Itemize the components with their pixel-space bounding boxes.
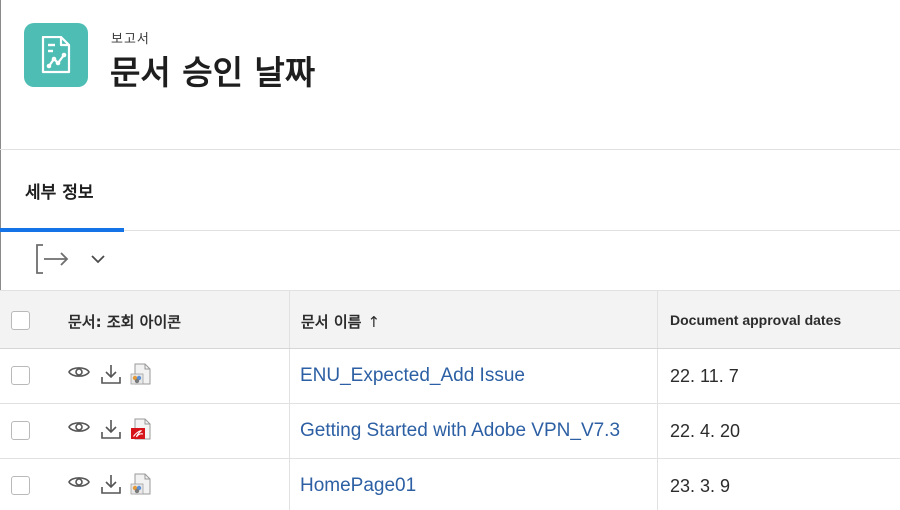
column-header-document-name[interactable]: 문서 이름 ↑ bbox=[289, 291, 657, 348]
export-button[interactable] bbox=[34, 241, 74, 277]
approval-date: 22. 4. 20 bbox=[670, 421, 741, 441]
row-icons-cell bbox=[44, 459, 289, 510]
page-header: 보고서 문서 승인 날짜 bbox=[0, 0, 900, 150]
row-date-cell: 23. 3. 9 bbox=[657, 459, 900, 510]
report-icon bbox=[24, 23, 88, 87]
table-header: 문서: 조회 아이콘 문서 이름 ↑ Document approval date… bbox=[0, 290, 900, 349]
tab-bar: 세부 정보 bbox=[0, 150, 900, 232]
table-row: HomePage01 23. 3. 9 bbox=[0, 459, 900, 510]
column-header-view-icons-label: 문서: 조회 아이콘 bbox=[68, 313, 182, 331]
table-row: Getting Started with Adobe VPN_V7.3 22. … bbox=[0, 404, 900, 459]
page-title: 문서 승인 날짜 bbox=[110, 53, 316, 92]
view-icon[interactable] bbox=[68, 419, 90, 435]
row-select-cell bbox=[0, 349, 44, 403]
generic-file-icon[interactable] bbox=[130, 363, 152, 385]
tab-details[interactable]: 세부 정보 bbox=[0, 150, 124, 232]
view-icon[interactable] bbox=[68, 364, 90, 380]
generic-file-icon[interactable] bbox=[130, 473, 152, 495]
toolbar bbox=[0, 231, 900, 290]
pdf-file-icon[interactable] bbox=[130, 418, 152, 440]
row-checkbox[interactable] bbox=[11, 476, 30, 495]
column-header-approval-dates[interactable]: Document approval dates bbox=[657, 291, 900, 348]
download-icon[interactable] bbox=[100, 418, 122, 440]
page-subtitle: 보고서 bbox=[111, 32, 150, 47]
document-name-link[interactable]: HomePage01 bbox=[300, 475, 416, 497]
approval-date: 23. 3. 9 bbox=[670, 476, 731, 496]
document-name-link[interactable]: ENU_Expected_Add Issue bbox=[300, 365, 525, 387]
select-all-cell bbox=[0, 291, 44, 348]
export-options-dropdown[interactable] bbox=[88, 249, 108, 269]
row-select-cell bbox=[0, 404, 44, 458]
row-select-cell bbox=[0, 459, 44, 510]
document-name-link[interactable]: Getting Started with Adobe VPN_V7.3 bbox=[300, 420, 620, 442]
view-icon[interactable] bbox=[68, 474, 90, 490]
download-icon[interactable] bbox=[100, 473, 122, 495]
column-header-view-icons[interactable]: 문서: 조회 아이콘 bbox=[44, 291, 289, 348]
row-name-cell: ENU_Expected_Add Issue bbox=[289, 349, 657, 403]
row-name-cell: HomePage01 bbox=[289, 459, 657, 510]
tab-details-label: 세부 정보 bbox=[25, 183, 94, 203]
row-date-cell: 22. 11. 7 bbox=[657, 349, 900, 403]
documents-table: 문서: 조회 아이콘 문서 이름 ↑ Document approval date… bbox=[0, 290, 900, 510]
column-header-document-name-text: 문서 이름 ↑ bbox=[301, 311, 380, 332]
sort-ascending-icon: ↑ bbox=[367, 313, 381, 331]
table-row: ENU_Expected_Add Issue 22. 11. 7 bbox=[0, 349, 900, 404]
row-checkbox[interactable] bbox=[11, 366, 30, 385]
chevron-down-icon bbox=[91, 255, 105, 264]
column-header-approval-dates-label: Document approval dates bbox=[670, 312, 842, 328]
column-header-document-name-label: 문서 이름 bbox=[301, 313, 362, 331]
row-name-cell: Getting Started with Adobe VPN_V7.3 bbox=[289, 404, 657, 458]
download-icon[interactable] bbox=[100, 363, 122, 385]
row-date-cell: 22. 4. 20 bbox=[657, 404, 900, 458]
approval-date: 22. 11. 7 bbox=[670, 366, 739, 386]
select-all-checkbox[interactable] bbox=[11, 311, 30, 330]
row-checkbox[interactable] bbox=[11, 421, 30, 440]
row-icons-cell bbox=[44, 349, 289, 403]
export-icon bbox=[36, 244, 69, 274]
report-chart-icon bbox=[41, 36, 71, 74]
row-icons-cell bbox=[44, 404, 289, 458]
